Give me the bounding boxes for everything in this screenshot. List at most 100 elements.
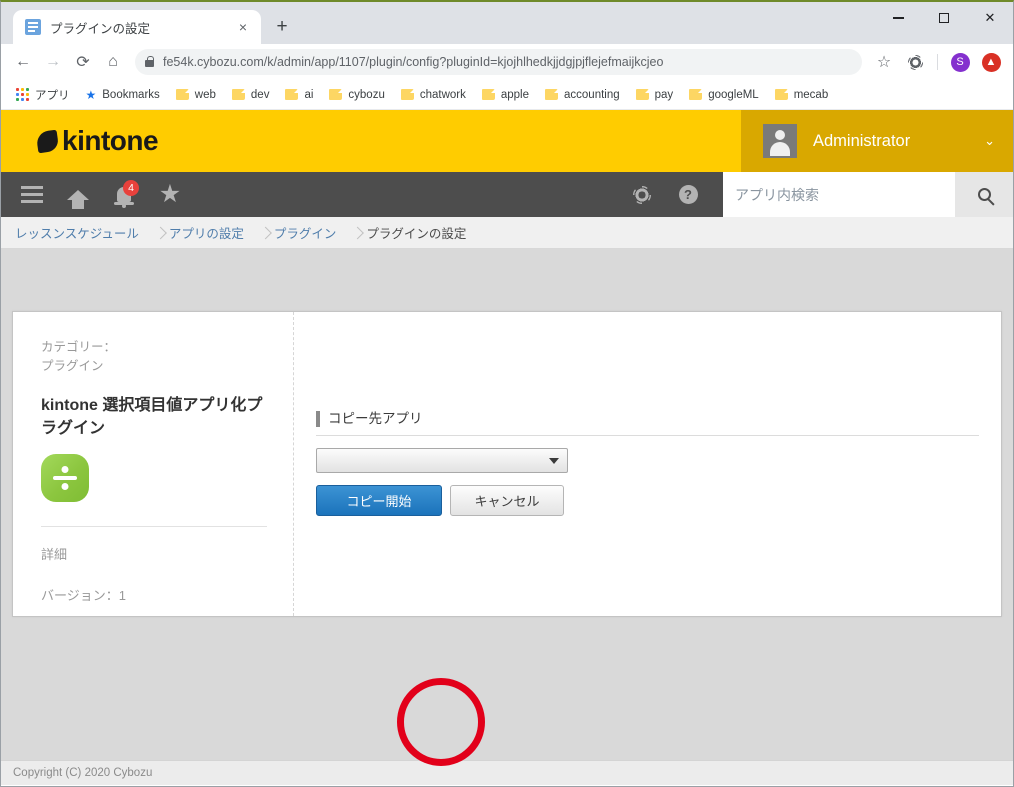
hamburger-menu-icon[interactable] — [9, 172, 55, 217]
forward-icon[interactable]: → — [39, 48, 67, 76]
bookmark-item-dev[interactable]: dev — [225, 86, 277, 104]
bookmark-item-apps[interactable]: アプリ — [9, 84, 77, 106]
division-sign-icon — [41, 454, 89, 503]
breadcrumb-item-plugin-settings: プラグインの設定 — [366, 227, 467, 241]
kintone-logo[interactable]: kintone — [1, 110, 741, 172]
bookmarks-bar: アプリ ★ Bookmarks web dev ai cybozu chatwo… — [1, 80, 1013, 110]
home-icon[interactable]: ⌂ — [99, 48, 127, 76]
folder-icon — [231, 89, 245, 100]
field-divider — [316, 435, 979, 436]
bookmark-item-chatwork[interactable]: chatwork — [394, 86, 473, 104]
folder-icon — [175, 89, 189, 100]
star-outline-icon[interactable]: ☆ — [870, 48, 898, 76]
bookmark-label: cybozu — [348, 88, 385, 101]
navbar-right: ? — [619, 172, 1013, 217]
notification-bell-icon[interactable]: 4 — [101, 172, 147, 217]
bookmark-label: ai — [304, 88, 314, 101]
plugin-category-label: カテゴリー： — [41, 340, 117, 354]
bookmark-label: mecab — [793, 88, 829, 101]
back-icon[interactable]: ← — [9, 48, 37, 76]
maximize-button[interactable] — [921, 2, 967, 34]
cancel-button[interactable]: キャンセル — [450, 485, 564, 516]
plugin-info-pane: カテゴリー： プラグイン kintone 選択項目値アプリ化プラグイン 詳細 バ… — [13, 312, 294, 616]
bookmark-label: apple — [500, 88, 530, 101]
chevron-down-icon[interactable]: ⌄ — [984, 133, 995, 149]
close-icon[interactable]: × — [233, 17, 253, 37]
notification-badge: 4 — [123, 180, 139, 196]
folder-icon — [481, 89, 495, 100]
annotation-circle — [397, 678, 485, 766]
lock-icon — [145, 55, 155, 67]
profile-avatar[interactable]: S — [946, 48, 974, 76]
folder-icon — [774, 89, 788, 100]
app-search-field[interactable] — [723, 172, 955, 217]
plugin-title: kintone 選択項目値アプリ化プラグイン — [41, 396, 263, 437]
minimize-button[interactable] — [875, 2, 921, 34]
document-icon — [25, 19, 41, 35]
kintone-leaf-icon — [35, 129, 60, 153]
breadcrumb: レッスンスケジュール アプリの設定 プラグイン プラグインの設定 — [1, 217, 1013, 249]
browser-window: プラグインの設定 × + ✕ ← → ⟳ ⌂ fe54k.cybozu.com/… — [0, 0, 1014, 787]
folder-icon — [689, 89, 703, 100]
start-copy-button[interactable]: コピー開始 — [316, 485, 442, 516]
user-name: Administrator — [813, 131, 911, 150]
user-menu[interactable]: Administrator ⌄ — [741, 110, 1013, 172]
copy-target-app-select[interactable] — [316, 448, 568, 473]
folder-icon — [635, 89, 649, 100]
folder-icon — [285, 89, 299, 100]
kintone-app: kintone Administrator ⌄ 4 ★ ? アプリ内検索 レッス… — [1, 110, 1013, 786]
browser-toolbar: ← → ⟳ ⌂ fe54k.cybozu.com/k/admin/app/110… — [1, 44, 1013, 80]
plugin-config-form: コピー先アプリ コピー開始 キャンセル — [294, 312, 1001, 616]
url-text: fe54k.cybozu.com/k/admin/app/1107/plugin… — [163, 55, 664, 69]
bookmark-item-web[interactable]: web — [169, 86, 223, 104]
close-window-button[interactable]: ✕ — [967, 2, 1013, 34]
bookmark-item-apple[interactable]: apple — [475, 86, 536, 104]
bookmark-label: Bookmarks — [102, 88, 160, 101]
star-icon: ★ — [85, 87, 97, 102]
reload-icon[interactable]: ⟳ — [69, 48, 97, 76]
page-body: カテゴリー： プラグイン kintone 選択項目値アプリ化プラグイン 詳細 バ… — [1, 249, 1013, 785]
bookmark-item-bookmarks[interactable]: ★ Bookmarks — [79, 86, 167, 104]
arrow-up-icon[interactable]: ▲ — [977, 48, 1005, 76]
kintone-navbar: 4 ★ ? — [1, 172, 1013, 217]
breadcrumb-item-lesson-schedule[interactable]: レッスンスケジュール — [15, 223, 169, 242]
copy-target-app-label: コピー先アプリ — [316, 411, 423, 428]
bookmark-item-googleml[interactable]: googleML — [682, 86, 766, 104]
tab-title: プラグインの設定 — [50, 21, 151, 36]
gear-icon[interactable] — [619, 172, 665, 217]
search-input[interactable] — [735, 186, 943, 203]
puzzle-gear-icon[interactable] — [901, 48, 929, 76]
browser-tab[interactable]: プラグインの設定 × — [13, 10, 261, 44]
bookmark-item-cybozu[interactable]: cybozu — [322, 86, 391, 104]
bookmark-item-pay[interactable]: pay — [629, 86, 681, 104]
help-icon[interactable]: ? — [665, 172, 711, 217]
folder-icon — [329, 89, 343, 100]
brand-name: kintone — [62, 125, 159, 156]
detail-heading: 詳細 — [41, 547, 68, 563]
navbar-left: 4 ★ — [1, 172, 193, 217]
page-footer: Copyright (C) 2020 Cybozu — [1, 760, 1013, 785]
window-controls: ✕ — [875, 2, 1013, 34]
plugin-config-panel: カテゴリー： プラグイン kintone 選択項目値アプリ化プラグイン 詳細 バ… — [12, 311, 1002, 617]
bookmark-label: web — [194, 88, 216, 101]
apps-grid-icon — [16, 88, 29, 101]
folder-icon — [545, 89, 559, 100]
toolbar-right-icons: ☆ S ▲ — [870, 48, 1005, 76]
search-button[interactable] — [955, 172, 1013, 217]
new-tab-button[interactable]: + — [267, 12, 297, 42]
bookmark-item-accounting[interactable]: accounting — [538, 86, 627, 104]
copyright-text: Copyright (C) 2020 Cybozu — [13, 767, 153, 779]
favorite-star-icon[interactable]: ★ — [147, 172, 193, 217]
bookmark-label: アプリ — [35, 89, 70, 102]
address-bar[interactable]: fe54k.cybozu.com/k/admin/app/1107/plugin… — [135, 49, 862, 75]
home-icon[interactable] — [55, 172, 101, 217]
toolbar-divider — [937, 54, 938, 70]
bookmark-label: chatwork — [419, 88, 466, 101]
kintone-header: kintone Administrator ⌄ — [1, 110, 1013, 172]
bookmark-label: pay — [654, 88, 674, 101]
bookmark-item-ai[interactable]: ai — [278, 86, 320, 104]
breadcrumb-item-plugin[interactable]: プラグイン — [274, 223, 367, 242]
form-actions: コピー開始 キャンセル — [316, 485, 979, 516]
bookmark-item-mecab[interactable]: mecab — [768, 86, 836, 104]
breadcrumb-item-app-settings[interactable]: アプリの設定 — [169, 223, 274, 242]
